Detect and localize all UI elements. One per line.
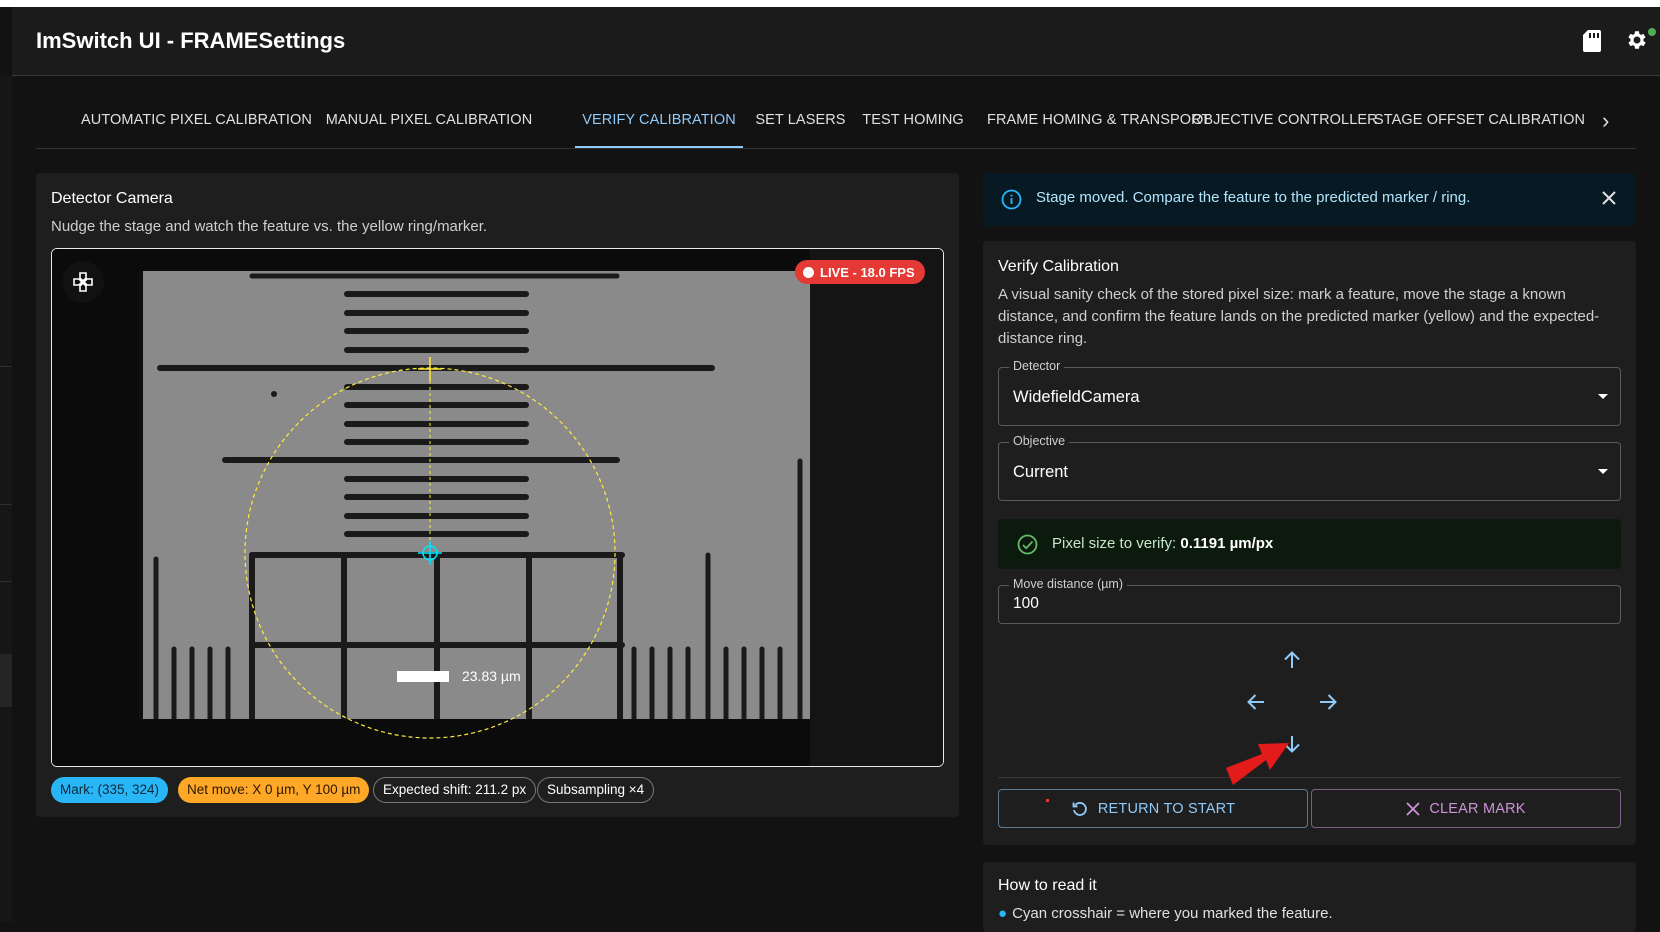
detector-select[interactable]: Detector WidefieldCamera [998,359,1621,426]
return-to-start-label: RETURN TO START [1097,800,1236,817]
app-title: ImSwitch UI - FRAMESettings [36,28,346,53]
chevron-right-icon[interactable]: › [1602,108,1609,134]
how-to-item-text: Cyan crosshair = where you marked the fe… [1012,905,1333,922]
status-dot [1648,28,1656,36]
move-distance-label: Move distance (µm) [1009,577,1128,591]
clear-mark-label: CLEAR MARK [1429,800,1526,817]
app-bar: ImSwitch UI - FRAMESettings [12,7,1660,76]
objective-value: Current [1013,463,1069,481]
verify-title: Verify Calibration [998,258,1119,275]
how-to-item: ● Cyan crosshair = where you marked the f… [998,905,1333,922]
move-distance-field[interactable]: Move distance (µm) [998,577,1621,624]
tab-manual-pixel-calibration[interactable]: MANUAL PIXEL CALIBRATION [323,96,535,148]
tab-bar: AUTOMATIC PIXEL CALIBRATION MANUAL PIXEL… [36,96,1636,149]
gear-icon[interactable] [1624,28,1648,57]
expected-shift-chip: Expected shift: 211.2 px [373,777,537,803]
alert-message: Stage moved. Compare the feature to the … [1036,189,1471,206]
panel-subtitle: Nudge the stage and watch the feature vs… [51,218,488,235]
tab-objective-controller[interactable]: OBJECTIVE CONTROLLER [1192,96,1378,148]
verify-calibration-panel: Verify Calibration A visual sanity check… [983,241,1636,845]
undo-icon [1072,801,1087,816]
verify-description: A visual sanity check of the stored pixe… [998,286,1600,347]
annotation-arrow-icon [1226,740,1292,791]
camera-image[interactable]: 23.83 µm [52,249,944,767]
detector-camera-panel: Detector Camera Nudge the stage and watc… [36,173,959,817]
divider [998,777,1621,778]
info-alert: Stage moved. Compare the feature to the … [983,173,1636,226]
dropdown-caret-icon [1598,469,1608,474]
clear-mark-button[interactable]: CLEAR MARK [1311,789,1621,828]
sd-card-icon[interactable] [1582,29,1602,58]
red-dot [1046,799,1049,802]
objective-label: Objective [1009,434,1070,448]
pixel-size-value: 0.1191 µm/px [1180,535,1274,552]
camera-viewer[interactable]: 23.83 µm LIVE - 18.0 FPS [51,248,944,767]
rail-selected-item[interactable] [0,654,12,707]
tab-frame-homing-transport[interactable]: FRAME HOMING & TRANSPORT [987,96,1210,148]
tab-stage-offset-calibration[interactable]: STAGE OFFSET CALIBRATION [1374,96,1585,148]
tab-verify-calibration[interactable]: VERIFY CALIBRATION [575,96,743,148]
tab-set-lasers[interactable]: SET LASERS [752,96,849,148]
arrow-up-icon[interactable] [1278,646,1306,674]
clear-icon [1406,801,1420,816]
scale-bar-label: 23.83 µm [462,668,521,684]
detector-value: WidefieldCamera [1013,388,1140,406]
rail-divider [0,581,12,582]
live-badge: LIVE - 18.0 FPS [795,260,925,284]
move-distance-input[interactable] [1013,595,1593,613]
check-circle-icon [1017,534,1038,560]
how-to-title: How to read it [998,877,1097,894]
arrow-left-icon[interactable] [1242,688,1270,716]
left-rail [0,76,12,922]
gamepad-icon[interactable] [62,261,104,303]
live-dot-icon [803,266,814,278]
pixel-size-alert: Pixel size to verify: 0.1191 µm/px [998,519,1621,569]
top-strip [0,0,1660,7]
subsampling-chip: Subsampling ×4 [537,777,655,803]
rail-divider [0,366,12,367]
pixel-size-prefix: Pixel size to verify: [1052,535,1177,552]
active-tab-indicator [575,146,743,148]
info-icon [1001,189,1022,215]
objective-select[interactable]: Objective Current [998,434,1621,501]
return-to-start-button[interactable]: RETURN TO START [998,789,1308,828]
pixel-size-text: Pixel size to verify: 0.1191 µm/px [1052,535,1273,552]
mark-chip: Mark: (335, 324) [51,777,169,803]
close-icon[interactable] [1602,191,1616,210]
arrow-right-icon[interactable] [1314,688,1342,716]
dropdown-caret-icon [1598,394,1608,399]
tab-test-homing[interactable]: TEST HOMING [854,96,972,148]
live-badge-text: LIVE - 18.0 FPS [820,264,915,280]
net-move-chip: Net move: X 0 µm, Y 100 µm [178,777,370,803]
bullet-icon: ● [998,905,1008,922]
panel-title: Detector Camera [51,190,173,207]
detector-label: Detector [1009,359,1065,373]
tab-automatic-pixel-calibration[interactable]: AUTOMATIC PIXEL CALIBRATION [81,96,312,148]
rail-divider [0,504,12,505]
